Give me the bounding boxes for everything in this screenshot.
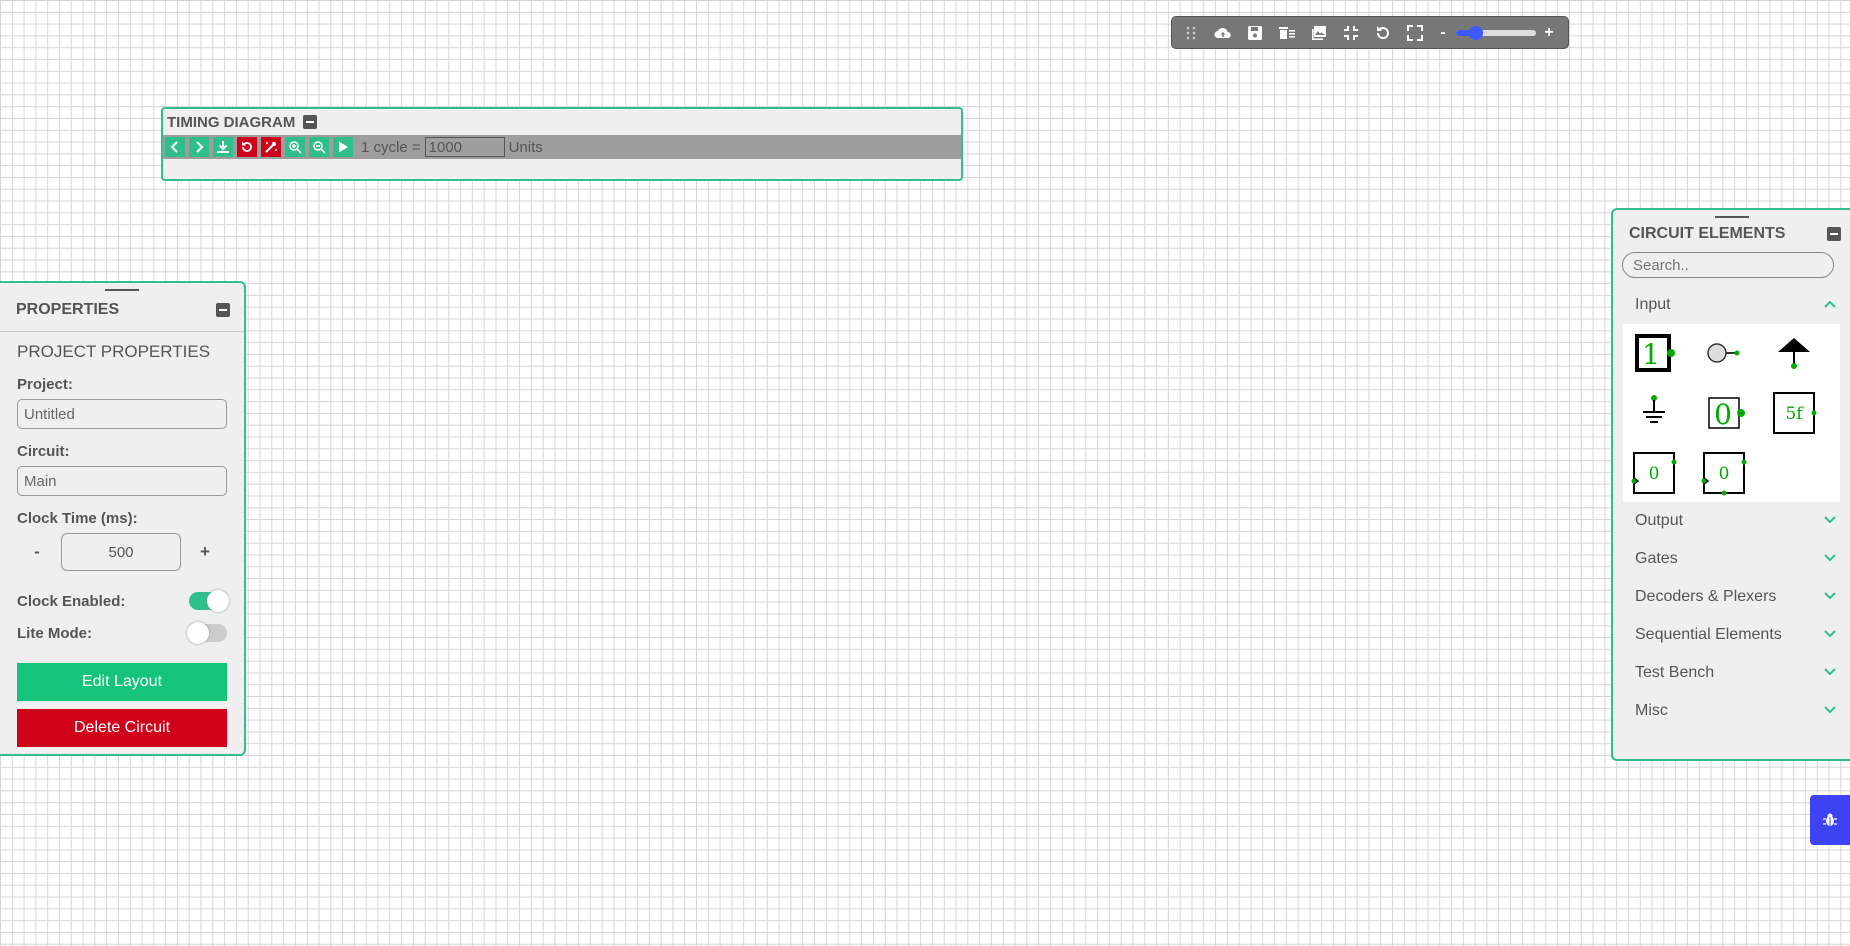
circuit-name-input[interactable] [17, 466, 227, 496]
counter-element-value: 0 [1649, 464, 1660, 484]
delete-icon[interactable] [1276, 22, 1298, 44]
clock-time-input[interactable] [61, 533, 181, 571]
minimize-elements-icon[interactable] [1827, 227, 1841, 241]
report-bug-button[interactable] [1810, 795, 1850, 845]
category-label: Output [1635, 512, 1684, 529]
cycle-label: 1 cycle = [361, 138, 421, 156]
fullscreen-icon[interactable] [1404, 22, 1426, 44]
units-label: Units [508, 138, 543, 156]
input-element-value: 1 [1642, 338, 1660, 371]
drag-handle-icon[interactable] [1180, 22, 1202, 44]
download-icon[interactable] [213, 137, 233, 157]
constant-element-value: 0 [1714, 398, 1732, 431]
zoom-in-icon[interactable] [285, 137, 305, 157]
chevron-down-icon [1823, 588, 1837, 606]
random-element-value: 5f [1785, 404, 1804, 424]
project-properties-heading: PROJECT PROPERTIES [17, 342, 211, 361]
clock-increment-button[interactable]: + [191, 542, 219, 562]
counter-element[interactable]: 0 [1631, 450, 1677, 496]
minimize-properties-icon[interactable] [216, 303, 230, 317]
clock-decrement-button[interactable]: - [23, 542, 51, 562]
category-label: Decoders & Plexers [1635, 588, 1777, 605]
project-name-input[interactable] [17, 399, 227, 429]
toggle-knob [207, 590, 229, 612]
clock-counter-element[interactable]: 0 [1701, 450, 1747, 496]
minimize-timing-icon[interactable] [303, 115, 318, 129]
category-misc[interactable]: Misc [1613, 692, 1850, 730]
shift-right-icon[interactable] [189, 137, 209, 157]
input-element[interactable]: 1 [1631, 330, 1677, 376]
toggle-knob [187, 622, 209, 644]
timing-diagram-toolbar: 1 cycle = Units [163, 135, 961, 159]
divider [0, 331, 244, 332]
category-gates[interactable]: Gates [1613, 540, 1850, 578]
edit-layout-button[interactable]: Edit Layout [17, 663, 227, 701]
category-sequential-elements[interactable]: Sequential Elements [1613, 616, 1850, 654]
shift-left-icon[interactable] [165, 137, 185, 157]
category-decoders-plexers[interactable]: Decoders & Plexers [1613, 578, 1850, 616]
category-label: Misc [1635, 702, 1668, 719]
search-input[interactable] [1622, 252, 1834, 278]
properties-header: PROPERTIES [0, 289, 244, 331]
random-element[interactable]: 5f [1771, 390, 1817, 436]
ground-element[interactable] [1631, 390, 1677, 436]
chevron-down-icon [1823, 550, 1837, 568]
clock-enabled-label: Clock Enabled: [17, 592, 126, 610]
category-output[interactable]: Output [1613, 502, 1850, 540]
circuit-elements-header: CIRCUIT ELEMENTS [1613, 216, 1850, 252]
cycle-units-input[interactable] [424, 137, 505, 157]
category-label: Gates [1635, 550, 1678, 567]
lite-mode-toggle[interactable] [187, 622, 227, 644]
zoom-slider-knob[interactable] [1469, 25, 1483, 40]
power-element[interactable] [1771, 330, 1817, 376]
drag-handle[interactable] [1715, 216, 1749, 218]
cloud-upload-icon[interactable] [1212, 22, 1234, 44]
category-label: Input [1635, 296, 1671, 313]
undo-icon[interactable] [1372, 22, 1394, 44]
lite-mode-label: Lite Mode: [17, 624, 92, 642]
timing-diagram-header: TIMING DIAGRAM [163, 109, 961, 135]
category-input[interactable]: Input [1613, 286, 1850, 324]
category-label: Sequential Elements [1635, 626, 1782, 643]
input-elements-grid: 1 0 5f 0 0 [1623, 324, 1840, 502]
project-label: Project: [17, 376, 73, 393]
clock-time-label: Clock Time (ms): [17, 510, 138, 527]
fit-screen-icon[interactable] [1340, 22, 1362, 44]
zoom-in-button[interactable]: + [1542, 24, 1556, 42]
top-toolbar: - + [1171, 16, 1569, 49]
chevron-up-icon [1823, 296, 1837, 314]
clock-enabled-row: Clock Enabled: [17, 585, 229, 617]
play-icon[interactable] [333, 137, 353, 157]
timing-diagram-title: TIMING DIAGRAM [167, 113, 296, 131]
lite-mode-row: Lite Mode: [17, 617, 227, 649]
properties-panel: PROPERTIES PROJECT PROPERTIES Project: C… [0, 281, 246, 756]
chevron-down-icon [1823, 512, 1837, 530]
zoom-slider[interactable] [1456, 25, 1536, 40]
save-icon[interactable] [1244, 22, 1266, 44]
constant-element[interactable]: 0 [1701, 390, 1747, 436]
properties-title: PROPERTIES [16, 301, 120, 318]
auto-fix-icon[interactable] [261, 137, 281, 157]
zoom-out-button[interactable]: - [1436, 24, 1450, 42]
clock-time-stepper: - + [23, 533, 227, 571]
reset-icon[interactable] [237, 137, 257, 157]
image-icon[interactable] [1308, 22, 1330, 44]
bug-icon [1823, 813, 1837, 826]
chevron-down-icon [1823, 626, 1837, 644]
clock-enabled-toggle[interactable] [189, 590, 229, 612]
circuit-elements-title: CIRCUIT ELEMENTS [1629, 225, 1786, 242]
delete-circuit-button[interactable]: Delete Circuit [17, 709, 227, 747]
chevron-down-icon [1823, 664, 1837, 682]
drag-handle[interactable] [105, 289, 139, 291]
circuit-label: Circuit: [17, 443, 70, 460]
button-element[interactable] [1701, 330, 1747, 376]
timing-diagram-panel: TIMING DIAGRAM 1 cycle = Units [161, 107, 963, 181]
clock-counter-element-value: 0 [1719, 464, 1730, 484]
zoom-out-icon[interactable] [309, 137, 329, 157]
circuit-elements-panel: CIRCUIT ELEMENTS Input 1 0 5f 0 [1611, 208, 1850, 761]
category-test-bench[interactable]: Test Bench [1613, 654, 1850, 692]
chevron-down-icon [1823, 702, 1837, 720]
category-label: Test Bench [1635, 664, 1715, 681]
